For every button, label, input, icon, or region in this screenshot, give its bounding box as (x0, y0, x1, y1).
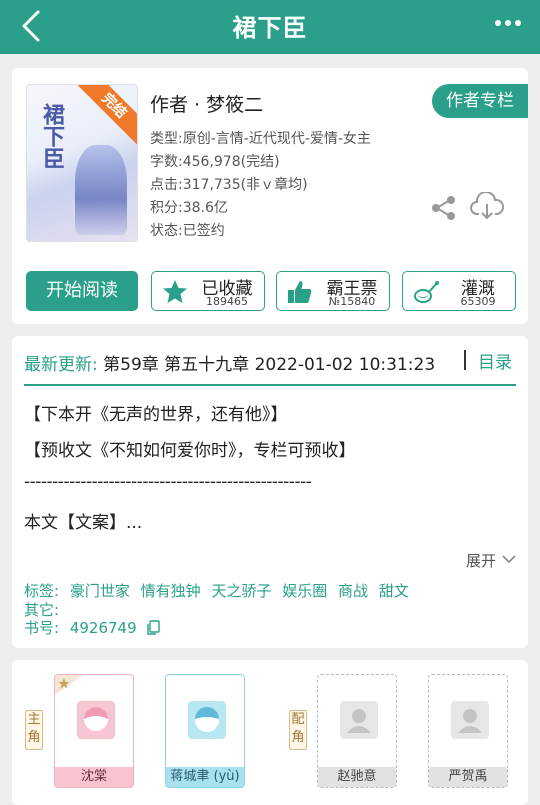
tag-item[interactable]: 天之骄子 (211, 582, 271, 600)
avatar (77, 701, 115, 739)
book-id-label: 书号: (24, 619, 60, 637)
tag-item[interactable]: 甜文 (379, 582, 409, 600)
section-underline (24, 384, 516, 386)
avatar (340, 701, 378, 739)
book-info-card: 裙下臣 完结 作者 · 梦筱二 作者专栏 类型:原创-言情-近代现代-爱情-女主… (12, 68, 528, 324)
thumbs-up-icon (288, 281, 312, 303)
description-line: 本文【文案】... (24, 513, 143, 533)
cover-calligraphy: 裙下臣 (39, 103, 65, 169)
character-name: 沈棠 (55, 767, 133, 787)
download-cloud-icon[interactable] (470, 192, 504, 222)
author-name[interactable]: 作者 · 梦筱二 (150, 90, 263, 117)
star-icon (163, 280, 187, 303)
vote-button[interactable]: 霸王票 №15840 (276, 271, 390, 311)
meta-word-count: 字数:456,978(完结) (150, 154, 280, 170)
irrigate-count: 65309 (460, 295, 496, 308)
page-title: 裙下臣 (232, 14, 308, 42)
meta-genre: 类型:原创-言情-近代现代-爱情-女主 (150, 131, 371, 147)
latest-update[interactable]: 最新更新: 第59章 第五十九章 2022-01-02 10:31:23 (24, 350, 435, 375)
latest-update-text: 第59章 第五十九章 2022-01-02 10:31:23 (103, 355, 436, 375)
characters-card: 主角 沈棠 蒋城聿 (yù) 配角 赵驰意 严贺禹 (12, 660, 528, 805)
book-meta: 类型:原创-言情-近代现代-爱情-女主 字数:456,978(完结) 点击:31… (150, 128, 371, 243)
meta-score: 积分:38.6亿 (150, 200, 228, 216)
character-card[interactable]: 蒋城聿 (yù) (165, 674, 245, 788)
catalog-link[interactable]: 目录 (478, 348, 512, 373)
avatar (451, 701, 489, 739)
description-line: ----------------------------------------… (24, 472, 312, 492)
top-bar: 裙下臣 (0, 0, 540, 54)
tags-row: 标签: 豪门世家 情有独钟 天之骄子 娱乐圈 商战 甜文 (24, 580, 409, 601)
character-name: 严贺禹 (429, 767, 507, 787)
character-card[interactable]: 赵驰意 (317, 674, 397, 788)
meta-status: 状态:已签约 (150, 223, 225, 239)
character-card[interactable]: 沈棠 (54, 674, 134, 788)
latest-update-label: 最新更新: (24, 355, 98, 375)
tag-item[interactable]: 商战 (338, 582, 368, 600)
star-icon (55, 675, 83, 695)
vote-count: №15840 (328, 295, 376, 308)
description-line: 【预收文《不知如何爱你时》，专栏可预收】 (24, 441, 356, 461)
main-role-badge: 主角 (25, 710, 43, 750)
meta-clicks: 点击:317,735(非ｖ章均) (150, 177, 308, 193)
supporting-role-badge: 配角 (289, 710, 307, 750)
tag-item[interactable]: 娱乐圈 (282, 582, 327, 600)
more-options-icon[interactable] (494, 13, 522, 33)
cover-figure (75, 145, 127, 235)
irrigate-button[interactable]: 灌溉 65309 (402, 271, 516, 311)
avatar (188, 701, 226, 739)
completed-ribbon: 完结 (74, 85, 137, 146)
favorite-count: 189465 (206, 295, 248, 308)
watering-can-icon (414, 281, 439, 303)
description-card: 最新更新: 第59章 第五十九章 2022-01-02 10:31:23 目录 … (12, 336, 528, 648)
tag-item[interactable]: 情有独钟 (141, 582, 201, 600)
copy-icon[interactable] (147, 620, 161, 635)
chevron-down-icon[interactable] (502, 554, 516, 564)
book-id-row: 书号: 4926749 (24, 617, 161, 638)
expand-button[interactable]: 展开 (466, 550, 496, 571)
character-card[interactable]: 严贺禹 (428, 674, 508, 788)
share-icon[interactable] (430, 194, 458, 222)
book-id-value: 4926749 (69, 619, 137, 637)
character-name: 蒋城聿 (yù) (166, 767, 244, 787)
character-name: 赵驰意 (318, 767, 396, 787)
tags-label: 标签: (24, 582, 60, 600)
tag-item[interactable]: 豪门世家 (70, 582, 130, 600)
description-line: 【下本开《无声的世界，还有他》】 (24, 405, 288, 425)
book-cover[interactable]: 裙下臣 完结 (26, 84, 138, 242)
favorite-button[interactable]: 已收藏 189465 (151, 271, 265, 311)
start-reading-button[interactable]: 开始阅读 (26, 271, 138, 311)
author-column-button[interactable]: 作者专栏 (432, 84, 528, 118)
divider (464, 350, 466, 370)
